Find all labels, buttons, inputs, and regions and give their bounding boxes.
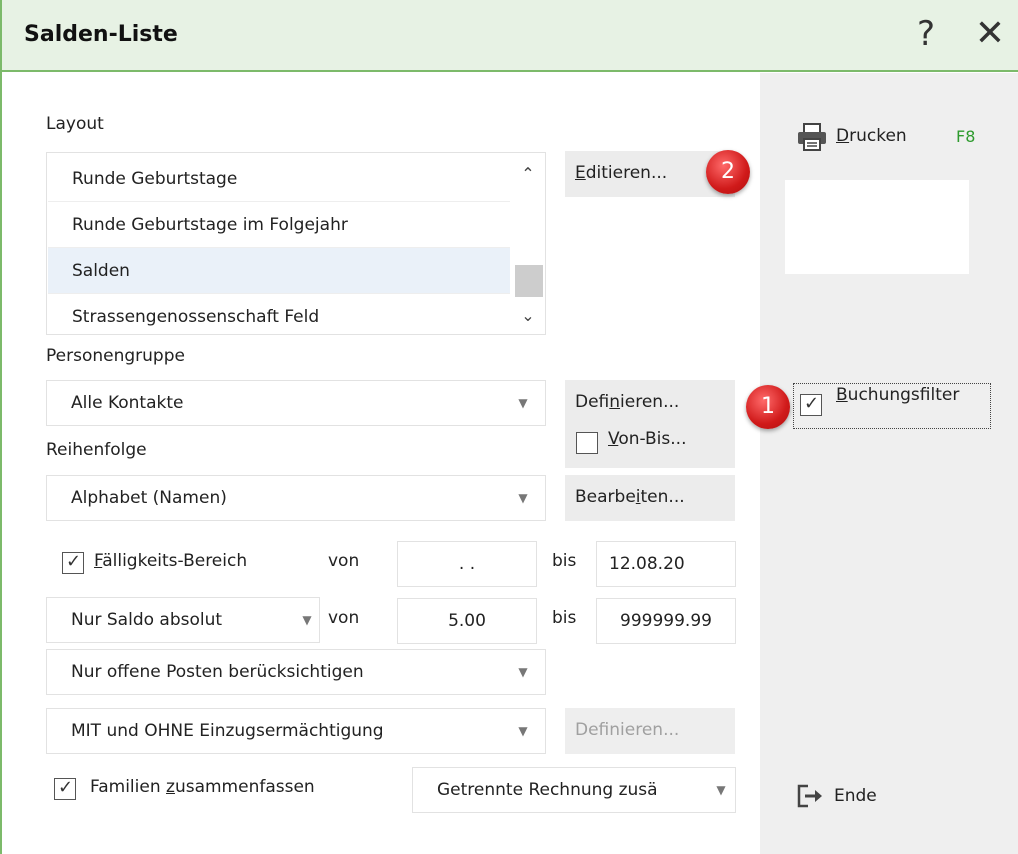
saldo-from-field[interactable]: 5.00 (397, 598, 537, 644)
dropdown-arrow-icon: ▼ (302, 613, 312, 627)
list-item[interactable]: Strassengenossenschaft Feld (48, 294, 510, 334)
vonbis-checkbox[interactable] (576, 432, 598, 454)
end-button[interactable]: Ende (834, 786, 877, 806)
define-persons-button[interactable]: Definieren... (575, 380, 735, 424)
due-from-field[interactable]: . . (397, 541, 537, 587)
persons-combo[interactable]: Alle Kontakte ▼ (46, 380, 546, 426)
families-label[interactable]: Familien zusammenfassen (90, 777, 315, 797)
due-range-label[interactable]: Fälligkeits-Bereich (94, 551, 247, 571)
order-combo[interactable]: Alphabet (Namen) ▼ (46, 475, 546, 521)
list-item-selected[interactable]: Salden (48, 248, 510, 294)
exit-icon[interactable] (796, 783, 824, 809)
list-item[interactable]: Runde Geburtstage (48, 156, 510, 202)
callout-badge-2: 2 (706, 150, 750, 194)
check-icon: ✓ (66, 551, 82, 572)
close-button[interactable]: ✕ (968, 12, 1012, 56)
print-shortcut: F8 (956, 127, 976, 146)
posten-filter-combo[interactable]: Nur offene Posten berücksichtigen ▼ (46, 649, 546, 695)
invoice-option-combo[interactable]: Getrennte Rechnung zusä ▼ (412, 767, 736, 813)
callout-badge-1: 1 (746, 385, 790, 429)
booking-filter-label[interactable]: Buchungsfilter (836, 385, 959, 405)
printer-icon[interactable] (796, 122, 828, 152)
layout-listbox[interactable]: Runde Geburtstage Runde Geburtstage im F… (46, 152, 546, 335)
families-checkbox[interactable]: ✓ (54, 777, 76, 800)
window-title: Salden-Liste (24, 22, 178, 47)
due-to-field[interactable]: 12.08.20 (596, 541, 736, 587)
vonbis-label[interactable]: Von-Bis... (608, 429, 686, 449)
due-range-checkbox[interactable]: ✓ (62, 551, 84, 574)
scroll-up-icon[interactable]: ⌃ (510, 159, 545, 189)
check-icon: ✓ (804, 393, 820, 414)
persons-label: Personengruppe (46, 346, 185, 366)
dropdown-arrow-icon: ▼ (518, 396, 528, 410)
dropdown-arrow-icon: ▼ (518, 665, 528, 679)
saldo-mode-combo[interactable]: Nur Saldo absolut ▼ (46, 597, 320, 643)
dropdown-arrow-icon: ▼ (518, 724, 528, 738)
define-mandate-button[interactable]: Definieren... (565, 708, 735, 754)
due-von-label: von (328, 551, 360, 571)
check-icon: ✓ (58, 777, 74, 798)
saldo-to-field[interactable]: 999999.99 (596, 598, 736, 644)
window-left-border (0, 0, 2, 854)
scroll-thumb[interactable] (515, 265, 543, 297)
scroll-down-icon[interactable]: ⌄ (510, 301, 545, 331)
booking-filter-checkbox[interactable]: ✓ (800, 393, 822, 416)
saldo-von-label: von (328, 608, 360, 628)
order-label: Reihenfolge (46, 440, 147, 460)
edit-order-button[interactable]: Bearbeiten... (565, 475, 735, 521)
list-item[interactable]: Runde Geburtstage im Folgejahr (48, 202, 510, 248)
saldo-bis-label: bis (552, 608, 577, 628)
print-preview-area (785, 180, 969, 274)
print-button[interactable]: Drucken (836, 126, 907, 146)
due-bis-label: bis (552, 551, 577, 571)
help-button[interactable]: ? (904, 12, 948, 56)
dropdown-arrow-icon: ▼ (711, 768, 731, 812)
layout-label: Layout (46, 114, 104, 134)
dropdown-arrow-icon: ▼ (518, 491, 528, 505)
mandate-filter-combo[interactable]: MIT und OHNE Einzugsermächtigung ▼ (46, 708, 546, 754)
layout-scrollbar[interactable]: ⌃ ⌄ (510, 153, 545, 334)
